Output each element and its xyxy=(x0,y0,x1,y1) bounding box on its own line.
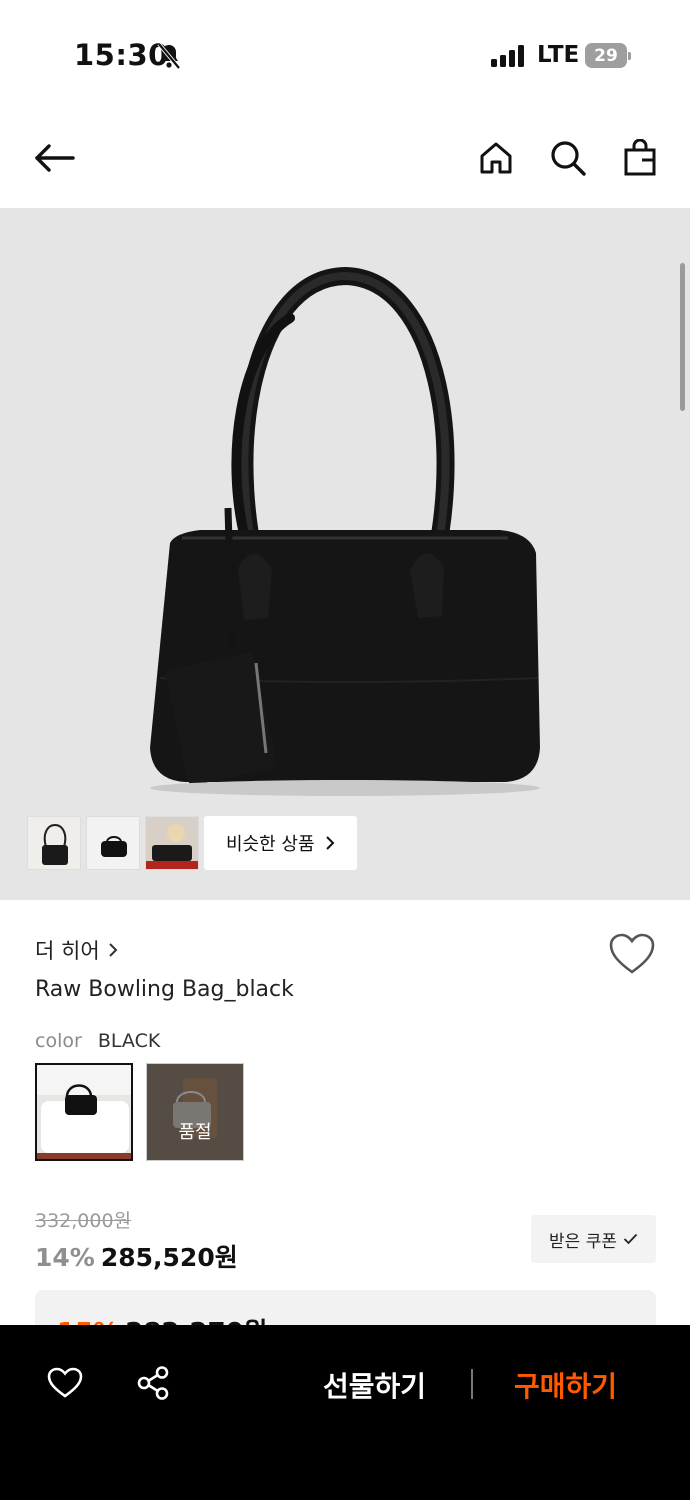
product-image-gallery[interactable]: 비슷한 상품 xyxy=(0,208,690,900)
chevron-right-icon xyxy=(325,836,334,850)
bell-muted-icon xyxy=(157,42,181,70)
heart-icon[interactable] xyxy=(43,1361,87,1405)
color-key: color xyxy=(35,1030,82,1052)
top-navigation xyxy=(0,110,690,208)
heart-icon[interactable] xyxy=(608,932,656,976)
price-row: 14% 285,520원 xyxy=(35,1238,238,1274)
bag-product-image xyxy=(150,266,540,796)
battery-level: 29 xyxy=(585,43,627,68)
search-icon[interactable] xyxy=(544,134,592,182)
divider xyxy=(471,1369,473,1399)
bottom-action-bar: 선물하기 구매하기 xyxy=(0,1325,690,1500)
thumbnail-bag-shoulder[interactable] xyxy=(27,816,81,870)
color-swatch-black[interactable] xyxy=(35,1063,133,1161)
thumbnail-bag-small[interactable] xyxy=(86,816,140,870)
brand-link[interactable]: 더 히어 xyxy=(35,935,118,965)
similar-products-button[interactable]: 비슷한 상품 xyxy=(204,816,357,870)
soldout-label: 품절 xyxy=(147,1064,243,1160)
sale-price: 285,520원 xyxy=(100,1243,238,1272)
coupon-label: 받은 쿠폰 xyxy=(549,1231,617,1252)
status-time: 15:30 xyxy=(74,38,169,72)
share-icon[interactable] xyxy=(131,1361,175,1405)
color-option-label: color BLACK xyxy=(35,1030,160,1052)
battery-icon: 29 xyxy=(585,43,631,68)
signal-icon xyxy=(491,45,524,67)
buy-button[interactable]: 구매하기 xyxy=(514,1365,617,1405)
similar-products-label: 비슷한 상품 xyxy=(226,834,315,855)
status-bar: 15:30 LTE 29 xyxy=(0,0,690,110)
color-value: BLACK xyxy=(97,1030,161,1052)
network-label: LTE xyxy=(537,42,580,68)
check-icon xyxy=(623,1233,638,1245)
thumbnail-model[interactable] xyxy=(145,816,199,870)
gift-button[interactable]: 선물하기 xyxy=(323,1365,426,1405)
back-arrow-icon[interactable] xyxy=(30,134,78,182)
home-icon[interactable] xyxy=(472,134,520,182)
original-price: 332,000원 xyxy=(35,1210,132,1232)
chevron-right-icon xyxy=(108,943,118,957)
product-name: Raw Bowling Bag_black xyxy=(35,977,294,1002)
discount-rate: 14% xyxy=(35,1243,95,1272)
color-swatch-brown[interactable]: 품절 xyxy=(146,1063,244,1161)
gallery-scrollbar[interactable] xyxy=(680,263,685,411)
thumbnail-strip: 비슷한 상품 xyxy=(27,816,357,872)
shopping-bag-icon[interactable] xyxy=(616,134,664,182)
brand-name: 더 히어 xyxy=(35,939,100,963)
received-coupon-button[interactable]: 받은 쿠폰 xyxy=(531,1215,656,1263)
